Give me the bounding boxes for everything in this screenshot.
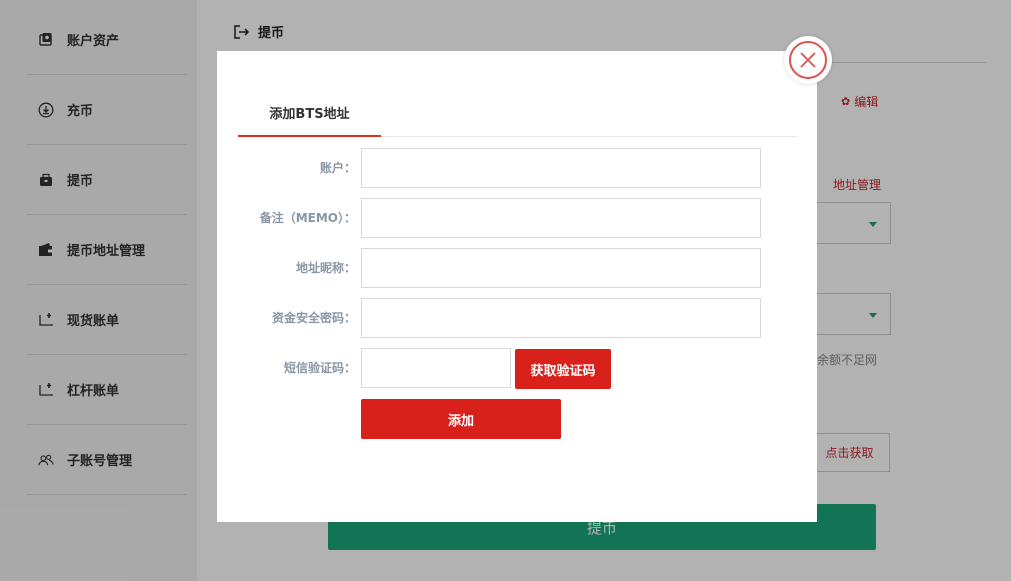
tab-add-bts-address[interactable]: 添加BTS地址 bbox=[238, 89, 381, 137]
sms-code-input[interactable] bbox=[361, 348, 511, 388]
modal-tabbar: 添加BTS地址 bbox=[238, 89, 797, 137]
nickname-row: 地址昵称： bbox=[217, 248, 817, 288]
close-icon bbox=[789, 41, 827, 79]
nickname-input[interactable] bbox=[361, 248, 761, 288]
account-row: 账户： bbox=[217, 148, 817, 188]
memo-label: 备注（MEMO）： bbox=[259, 211, 356, 225]
sms-code-label: 短信验证码： bbox=[283, 361, 356, 375]
fund-password-label: 资金安全密码： bbox=[271, 311, 356, 325]
add-button[interactable]: 添加 bbox=[361, 399, 561, 439]
memo-input[interactable] bbox=[361, 198, 761, 238]
account-input[interactable] bbox=[361, 148, 761, 188]
sms-code-row: 短信验证码： 获取验证码 bbox=[217, 348, 817, 389]
account-label: 账户： bbox=[319, 161, 356, 175]
add-address-modal: 添加BTS地址 账户： 备注（MEMO）： 地址昵称： 资金安全密码： 短信验证… bbox=[217, 51, 817, 522]
get-sms-code-button[interactable]: 获取验证码 bbox=[515, 349, 611, 389]
memo-row: 备注（MEMO）： bbox=[217, 198, 817, 238]
modal-close-button[interactable] bbox=[784, 36, 832, 84]
fund-password-input[interactable] bbox=[361, 298, 761, 338]
nickname-label: 地址昵称： bbox=[295, 261, 356, 275]
fund-password-row: 资金安全密码： bbox=[217, 298, 817, 338]
